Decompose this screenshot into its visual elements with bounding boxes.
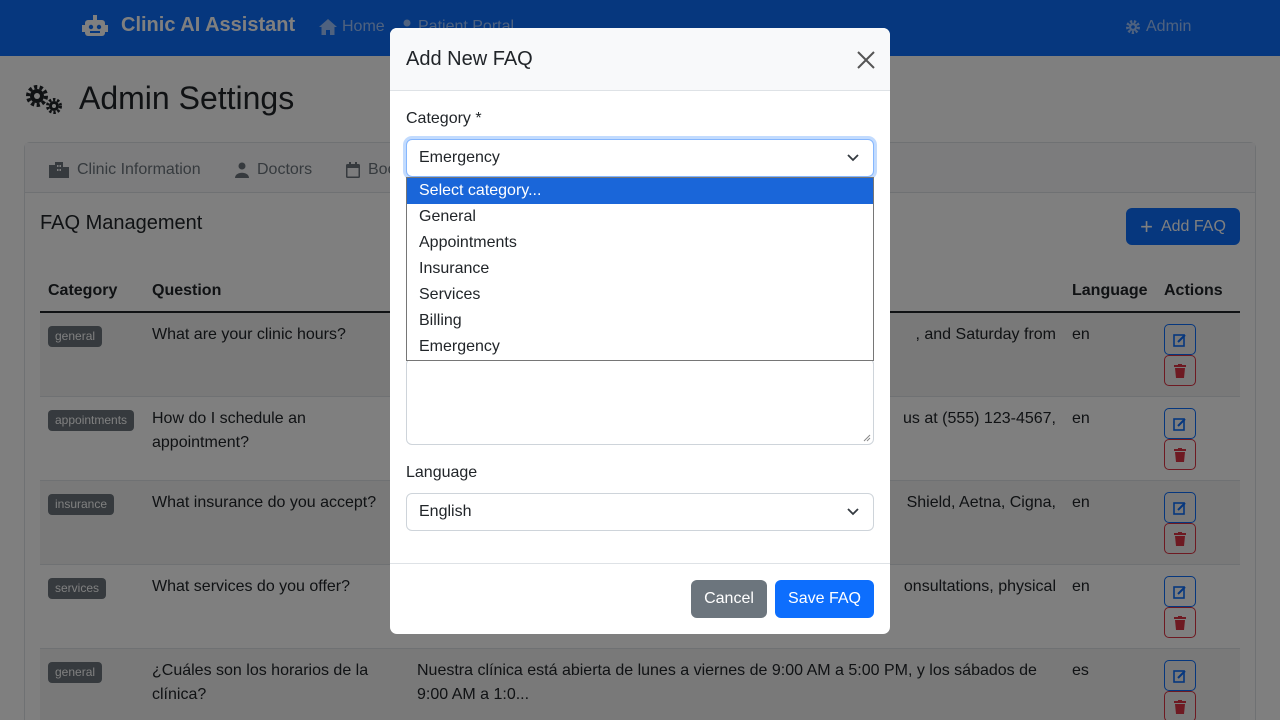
option-billing[interactable]: Billing bbox=[407, 308, 873, 334]
chevron-down-icon bbox=[847, 508, 859, 516]
language-label: Language bbox=[406, 464, 478, 481]
cancel-button[interactable]: Cancel bbox=[691, 580, 767, 618]
modal-title: Add New FAQ bbox=[406, 48, 533, 70]
option-general[interactable]: General bbox=[407, 204, 873, 230]
language-select[interactable]: English bbox=[406, 493, 874, 531]
save-faq-button[interactable]: Save FAQ bbox=[775, 580, 874, 618]
category-dropdown-list: Select category... General Appointments … bbox=[406, 177, 874, 361]
option-select-category[interactable]: Select category... bbox=[407, 178, 873, 204]
modal-footer: Cancel Save FAQ bbox=[390, 563, 890, 634]
chevron-down-icon bbox=[847, 154, 859, 162]
category-label: Category * bbox=[406, 110, 482, 127]
category-select-value: Emergency bbox=[419, 149, 500, 166]
option-insurance[interactable]: Insurance bbox=[407, 256, 873, 282]
resize-handle-icon[interactable] bbox=[863, 434, 871, 442]
modal-header: Add New FAQ bbox=[390, 28, 890, 91]
category-select[interactable]: Emergency bbox=[406, 139, 874, 177]
option-emergency[interactable]: Emergency bbox=[407, 334, 873, 360]
option-appointments[interactable]: Appointments bbox=[407, 230, 873, 256]
language-select-value: English bbox=[419, 503, 472, 520]
close-icon[interactable] bbox=[856, 50, 876, 70]
option-services[interactable]: Services bbox=[407, 282, 873, 308]
answer-textarea[interactable] bbox=[406, 358, 874, 445]
